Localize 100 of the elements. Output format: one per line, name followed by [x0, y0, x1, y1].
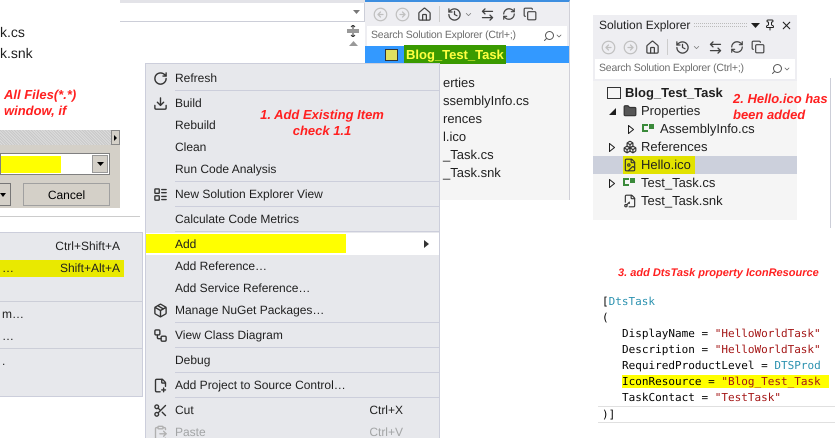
arrow-right-icon — [114, 134, 117, 140]
code-line: RequiredProductLevel = DTSProd — [622, 359, 821, 372]
search-icon — [543, 30, 555, 42]
menu-item[interactable]: Run Code Analysis — [146, 158, 282, 180]
tree-row[interactable]: Hello.ico — [593, 156, 797, 174]
refresh-icon[interactable] — [502, 7, 516, 21]
menu-item-label: m… — [2, 306, 24, 323]
menu-item[interactable]: … Shift+Alt+A — [0, 257, 142, 279]
collapsed-arrow-icon[interactable] — [609, 142, 615, 152]
collapse-all-icon[interactable] — [523, 7, 537, 21]
tree-label: _Task.snk — [443, 164, 502, 181]
annotation-text: All Files(*.*) window, if — [4, 87, 76, 119]
menu-item-label: Add — [175, 236, 196, 253]
menu-item[interactable]: Manage NuGet Packages… — [146, 299, 330, 321]
search-icon — [771, 63, 783, 75]
home-icon[interactable] — [417, 6, 432, 22]
tree-label: rences — [443, 110, 484, 127]
pin-icon[interactable] — [764, 19, 776, 31]
menu-item[interactable]: Refresh — [146, 67, 224, 89]
cancel-button[interactable]: Cancel — [23, 183, 110, 206]
csharp-icon — [642, 124, 656, 134]
menu-item-label: Rebuild — [175, 117, 216, 134]
menu-item-label: Build — [175, 95, 202, 112]
tree-row[interactable]: Test_Task.cs — [593, 174, 724, 192]
tree-row[interactable]: Test_Task.snk — [593, 192, 731, 210]
scroll-right-button[interactable] — [111, 130, 120, 145]
tree-label: Properties — [641, 102, 702, 120]
search-field[interactable]: Search Solution Explorer (Ctrl+;) — [367, 26, 567, 46]
home-icon[interactable] — [645, 40, 660, 54]
tree-label: l.ico — [443, 128, 468, 145]
combo-box[interactable] — [0, 153, 110, 175]
tree-label: Blog_Test_Task — [404, 44, 506, 64]
menu-item[interactable]: New Solution Explorer View — [146, 183, 329, 205]
file-name: k.cs — [0, 23, 26, 42]
caret-icon — [96, 162, 104, 166]
sync-icon[interactable] — [480, 6, 495, 22]
menu-item[interactable]: Calculate Code Metrics — [146, 208, 306, 230]
menu-item[interactable]: Add Reference… — [146, 255, 274, 277]
tree-row[interactable]: Blog_Test_Task — [593, 84, 731, 102]
dropdown-button[interactable] — [0, 183, 11, 206]
menu-item[interactable]: . — [0, 350, 142, 372]
tree-label: ssemblyInfo.cs — [443, 92, 530, 109]
annotation-text: 3. add DtsTask property IconResource — [618, 266, 819, 281]
menu-item-label: Debug — [175, 352, 210, 369]
tree-label: _Task.cs — [443, 146, 495, 163]
refresh-icon[interactable] — [730, 40, 744, 54]
menu-item[interactable]: Cut Ctrl+X — [146, 399, 439, 421]
tree-label: References — [641, 138, 708, 156]
menu-item[interactable]: Debug — [146, 349, 216, 371]
tree-row[interactable]: AssemblyInfo.cs — [593, 120, 763, 138]
dropdown-icon[interactable] — [751, 22, 760, 28]
annotation-text: 2. Hello.ico has been added — [733, 91, 829, 123]
tree-row[interactable]: References — [593, 138, 716, 156]
history-icon[interactable] — [447, 6, 462, 22]
download-tray-icon — [153, 96, 168, 110]
history-icon[interactable] — [675, 40, 690, 54]
scroll-up-icon[interactable] — [348, 41, 358, 46]
menu-item-label: Run Code Analysis — [175, 161, 276, 178]
search-field[interactable]: Search Solution Explorer (Ctrl+;) — [595, 59, 795, 79]
dropdown-button[interactable] — [92, 155, 108, 173]
menu-item-label: Refresh — [175, 70, 218, 87]
tree-label: AssemblyInfo.cs — [660, 120, 756, 138]
menu-item[interactable]: Clean — [146, 136, 212, 158]
caret-icon — [0, 192, 6, 196]
menu-item[interactable]: … — [0, 325, 142, 347]
close-icon[interactable] — [780, 18, 793, 32]
code-line: DisplayName = "HelloWorldTask" — [622, 327, 821, 340]
image-file-icon — [623, 158, 637, 172]
shortcut-label: Ctrl+Shift+A — [55, 238, 120, 255]
collapse-all-icon[interactable] — [751, 40, 765, 54]
menu-item-label: View Class Diagram — [175, 327, 283, 344]
expanded-arrow-icon[interactable] — [609, 108, 616, 114]
tree-label: Test_Task.cs — [641, 174, 716, 192]
menu-item[interactable]: View Class Diagram — [146, 324, 289, 346]
panel-title: Solution Explorer — [599, 17, 690, 34]
menu-item[interactable]: Rebuild — [146, 114, 222, 136]
splitter-icon[interactable] — [347, 25, 359, 37]
menu-item-label: . — [2, 353, 6, 370]
code-line: )] — [602, 408, 616, 421]
menu-item[interactable]: Add — [146, 233, 439, 255]
key-file-icon — [623, 194, 637, 208]
annotation-text: 1. Add Existing Item check 1.1 — [259, 107, 385, 139]
menu-item-label: Cut — [175, 402, 194, 419]
collapsed-arrow-icon[interactable] — [628, 124, 634, 134]
sync-icon[interactable] — [708, 40, 723, 54]
references-icon — [623, 140, 637, 154]
tree-row[interactable]: Properties — [593, 102, 708, 120]
menu-item[interactable]: m… — [0, 303, 142, 325]
collapsed-arrow-icon[interactable] — [609, 178, 615, 188]
menu-item[interactable]: Build — [146, 92, 208, 114]
menu-item[interactable]: Add Service Reference… — [146, 277, 316, 299]
csharp-icon — [623, 178, 637, 188]
menu-item-label: … — [2, 328, 14, 345]
menu-item[interactable]: Add Project to Source Control… — [146, 374, 352, 396]
shortcut-label: Ctrl+V — [369, 424, 403, 438]
file-name: k.snk — [0, 44, 33, 63]
menu-item[interactable]: Ctrl+Shift+A — [0, 235, 142, 257]
scissors-icon — [153, 402, 168, 418]
code-line: [DtsTask — [602, 295, 655, 308]
caret-icon — [783, 65, 791, 73]
